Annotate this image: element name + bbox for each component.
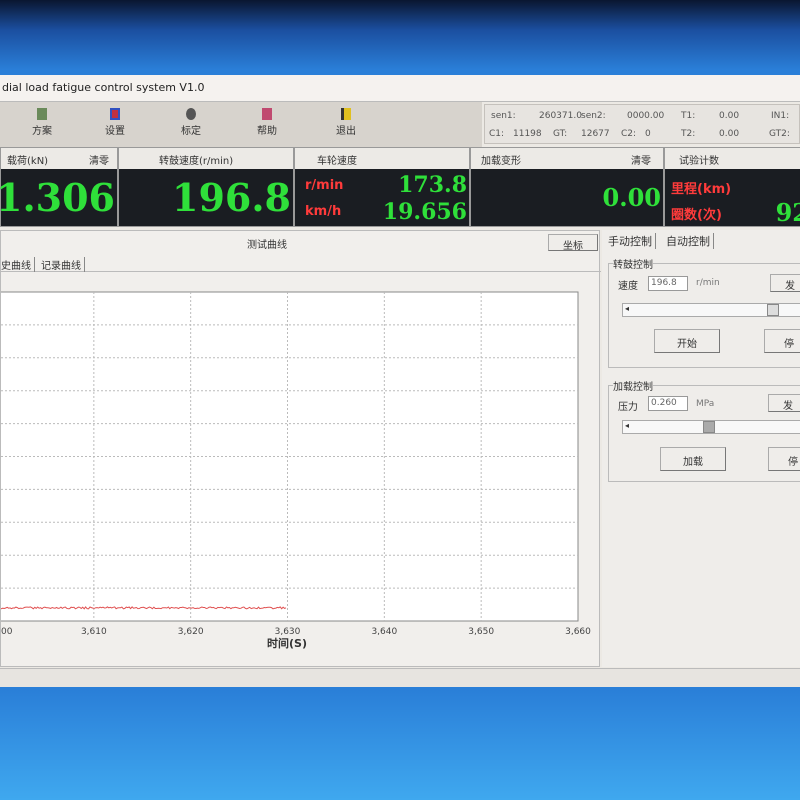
x-axis-label: 时间(S) [267,635,307,651]
deformation-readout: 加载变形 清零 0.00 [470,147,664,227]
deform-zero-button[interactable]: 清零 [631,152,651,167]
toolbar-calibrate-button[interactable]: 标定 [171,108,211,137]
x-tick-label: 3,610 [81,627,107,637]
load-zero-button[interactable]: 清零 [89,152,109,167]
toolbar-settings-button[interactable]: 设置 [95,108,135,137]
toolbar-scheme-button[interactable]: 方案 [22,108,62,137]
wheel-speed-readout: 车轮速度 r/min 173.8 km/h 19.656 [294,147,470,227]
pressure-slider[interactable]: ◂ [622,420,800,434]
drum-speed-value: 196.8 [172,175,291,220]
load-value: 1.306 [0,175,115,220]
speed-stop-button[interactable]: 停 [764,329,800,353]
status-bar [0,668,800,687]
pressure-input[interactable]: 0.260 [648,396,688,411]
chart-panel: 测试曲线 坐标 史曲线 记录曲线 00 3,610 3,620 3,630 3,640 3… [0,230,600,667]
toolbar-help-button[interactable]: 帮助 [247,108,287,137]
x-tick-label: 00 [1,627,13,637]
calibrate-icon [186,108,196,120]
speed-send-button[interactable]: 发 [770,274,800,292]
load-stop-button[interactable]: 停 [768,447,800,471]
pressure-send-button[interactable]: 发 [768,394,800,412]
x-tick-label: 3,620 [178,627,204,637]
apply-load-button[interactable]: 加载 [660,447,726,471]
x-tick-label: 3,660 [565,627,591,637]
test-count-readout: 试验计数 里程(km) 圈数(次) 92 [664,147,800,227]
tab-manual-control[interactable]: 手动控制 [608,233,656,249]
start-button[interactable]: 开始 [654,329,720,353]
toolbar: 方案 设置 标定 帮助 退出 [0,102,482,147]
speed-slider[interactable]: ◂ [622,303,800,317]
toolbar-exit-button[interactable]: 退出 [326,108,366,137]
x-tick-label: 3,640 [371,627,397,637]
scheme-icon [37,108,47,120]
x-tick-label: 3,650 [468,627,494,637]
time-chart: 00 3,610 3,620 3,630 3,640 3,650 3,660 [1,231,601,661]
help-icon [262,108,272,120]
window-title: dial load fatigue control system V1.0 [0,75,800,102]
app-window: dial load fatigue control system V1.0 方案… [0,75,800,687]
exit-icon [341,108,351,120]
sensor-panel: sen1: 260371.0 sen2: 0000.00 T1: 0.00 IN… [484,104,800,144]
tab-auto-control[interactable]: 自动控制 [666,233,714,249]
cycles-value: 92 [776,198,800,227]
wheel-rpm-value: 173.8 [398,172,467,198]
speed-input[interactable]: 196.8 [648,276,688,291]
wheel-kmh-value: 19.656 [383,199,467,225]
load-readout: 载荷(kN) 清零 1.306 [0,147,118,227]
settings-icon [110,108,120,120]
deform-value: 0.00 [603,183,661,212]
control-panel: 手动控制 自动控制 转鼓控制 速度 196.8 r/min 发 ◂ 开始 停 加… [602,230,800,667]
drum-speed-readout: 转鼓速度(r/min) 196.8 [118,147,294,227]
